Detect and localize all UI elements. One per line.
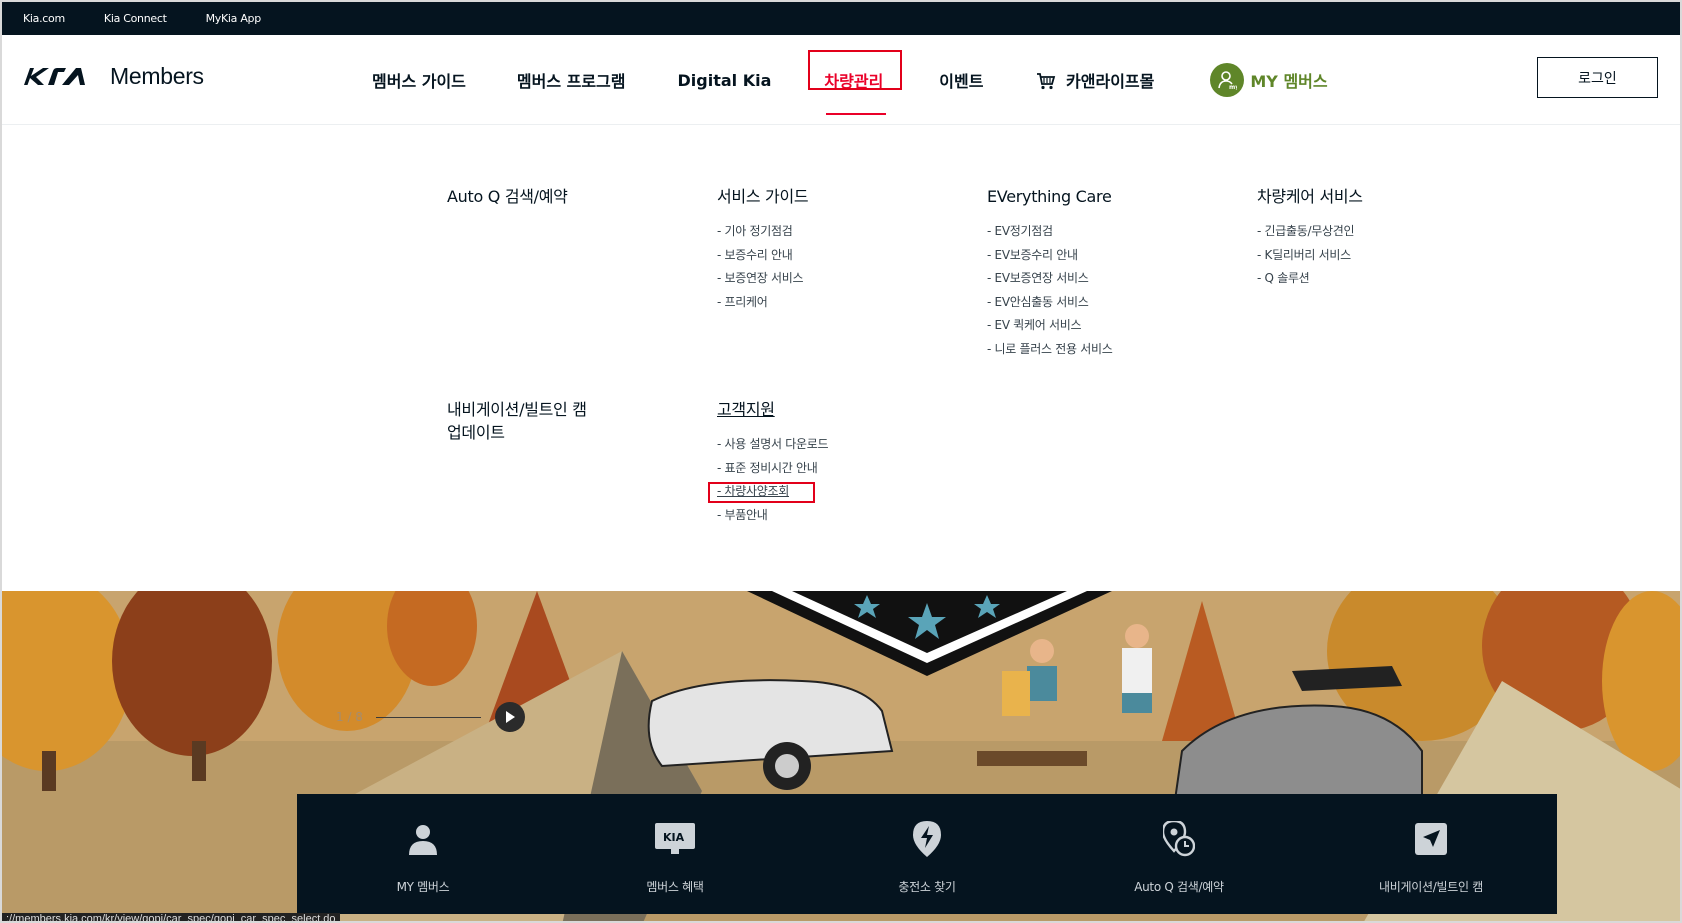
- menu-item-k-delivery[interactable]: - K딜리버리 서비스: [1257, 244, 1363, 268]
- cart-icon: [1037, 73, 1056, 90]
- menu-item-regular-check[interactable]: - 기아 정기점검: [717, 220, 808, 244]
- svg-text:my: my: [1229, 84, 1237, 90]
- browser-viewport: Kia.com Kia Connect MyKia App Members 멤버…: [0, 0, 1682, 923]
- quick-charging-station-label: 충전소 찾기: [898, 880, 956, 894]
- brand-name: Members: [110, 63, 204, 89]
- monitor-kia-icon: KIA: [654, 820, 696, 858]
- nav-digital-kia[interactable]: Digital Kia: [678, 71, 772, 90]
- quick-auto-q-label: Auto Q 검색/예약: [1134, 880, 1224, 894]
- play-button[interactable]: [494, 702, 525, 732]
- location-clock-icon: [1163, 820, 1195, 858]
- menu-auto-q-title[interactable]: Auto Q 검색/예약: [447, 185, 568, 208]
- site-header: Members 멤버스 가이드 멤버스 프로그램 Digital Kia 차량관…: [2, 35, 1680, 125]
- menu-item-manual-download[interactable]: - 사용 설명서 다운로드: [717, 433, 829, 457]
- quick-navigation[interactable]: 내비게이션/빌트인 캠: [1305, 794, 1557, 914]
- quick-auto-q[interactable]: Auto Q 검색/예약: [1053, 794, 1305, 914]
- svg-text:KIA: KIA: [663, 831, 685, 844]
- slider-progress-bar: [375, 716, 481, 718]
- menu-item-warranty-repair[interactable]: - 보증수리 안내: [717, 244, 808, 268]
- menu-item-parts-info[interactable]: - 부품안내: [717, 504, 828, 528]
- quick-charging-station[interactable]: 충전소 찾기: [801, 794, 1053, 914]
- status-url-bar: ://members.kia.com/kr/view/qopi/car_spec…: [2, 913, 340, 921]
- kia-connect-link[interactable]: Kia Connect: [104, 12, 167, 25]
- menu-navigation-title-line1: 내비게이션/빌트인 캠: [447, 400, 587, 419]
- menu-item-standard-repair-time[interactable]: - 표준 정비시간 안내: [717, 457, 828, 481]
- menu-item-niro-plus[interactable]: - 니로 플러스 전용 서비스: [987, 338, 1113, 362]
- menu-everything-care-title[interactable]: EVerything Care: [987, 185, 1113, 208]
- nav-car-life-mall[interactable]: 카앤라이프몰: [1036, 68, 1154, 92]
- menu-col-car-care: 차량케어 서비스 - 긴급출동/무상견인 - K딜리버리 서비스 - Q 솔루션: [1257, 185, 1363, 291]
- menu-item-vehicle-spec[interactable]: - 차량사양조회: [708, 480, 828, 504]
- mega-menu: Auto Q 검색/예약 서비스 가이드 - 기아 정기점검 - 보증수리 안내…: [2, 126, 1680, 591]
- kia-members-logo[interactable]: Members: [24, 63, 204, 90]
- menu-col-service-guide: 서비스 가이드 - 기아 정기점검 - 보증수리 안내 - 보증연장 서비스 -…: [717, 185, 809, 315]
- menu-car-care-title[interactable]: 차량케어 서비스: [1257, 185, 1363, 208]
- menu-item-ev-dispatch[interactable]: - EV안심출동 서비스: [987, 291, 1113, 315]
- nav-my-members-label: MY 멤버스: [1250, 72, 1328, 91]
- slider-page-indicator: 1 / 8: [336, 710, 363, 724]
- highlight-box: [708, 482, 815, 503]
- menu-item-precare[interactable]: - 프리케어: [717, 291, 808, 315]
- quick-members-benefits-label: 멤버스 혜택: [646, 880, 704, 894]
- menu-customer-support-title[interactable]: 고객지원: [717, 398, 828, 421]
- menu-col-navigation: 내비게이션/빌트인 캠 업데이트: [447, 398, 587, 444]
- play-icon: [505, 711, 515, 723]
- menu-col-everything-care: EVerything Care - EV정기점검 - EV보증수리 안내 - E…: [987, 185, 1113, 361]
- menu-col-customer-support: 고객지원 - 사용 설명서 다운로드 - 표준 정비시간 안내 - 차량사양조회…: [708, 398, 829, 528]
- menu-item-ev-warranty-repair[interactable]: - EV보증수리 안내: [987, 244, 1113, 268]
- kia-logo-icon: [24, 68, 97, 85]
- kia-com-link[interactable]: Kia.com: [23, 12, 65, 25]
- menu-item-warranty-extension[interactable]: - 보증연장 서비스: [717, 267, 808, 291]
- menu-col-auto-q: Auto Q 검색/예약: [447, 185, 568, 208]
- main-nav: 멤버스 가이드 멤버스 프로그램 Digital Kia 차량관리 이벤트 카앤…: [372, 35, 1328, 125]
- menu-item-emergency-towing[interactable]: - 긴급출동/무상견인: [1257, 220, 1363, 244]
- navigation-arrow-icon: [1415, 820, 1447, 858]
- charging-pin-icon: [913, 820, 941, 858]
- nav-car-life-mall-label: 카앤라이프몰: [1066, 72, 1155, 91]
- nav-vehicle-management[interactable]: 차량관리: [808, 50, 903, 115]
- menu-navigation-title-line2: 업데이트: [447, 423, 505, 442]
- quick-members-benefits[interactable]: KIA 멤버스 혜택: [549, 794, 801, 914]
- person-icon: [407, 820, 439, 858]
- utility-bar: Kia.com Kia Connect MyKia App: [2, 2, 1680, 35]
- nav-my-members[interactable]: my MY 멤버스: [1210, 63, 1328, 97]
- slider-controls: 1 / 8: [336, 702, 525, 732]
- menu-item-q-solution[interactable]: - Q 솔루션: [1257, 267, 1363, 291]
- menu-item-ev-warranty-extension[interactable]: - EV보증연장 서비스: [987, 267, 1113, 291]
- quick-my-members[interactable]: MY 멤버스: [297, 794, 549, 914]
- quick-menu: MY 멤버스 KIA 멤버스 혜택 충전소 찾기 Auto Q 검색/예약 내비…: [297, 794, 1557, 914]
- menu-navigation-title[interactable]: 내비게이션/빌트인 캠 업데이트: [447, 398, 587, 444]
- menu-service-guide-title[interactable]: 서비스 가이드: [717, 185, 809, 208]
- menu-item-ev-quick-care[interactable]: - EV 퀵케어 서비스: [987, 314, 1113, 338]
- nav-members-program[interactable]: 멤버스 프로그램: [517, 68, 626, 92]
- nav-members-guide[interactable]: 멤버스 가이드: [372, 68, 466, 92]
- nav-event[interactable]: 이벤트: [939, 68, 983, 92]
- quick-my-members-label: MY 멤버스: [396, 880, 450, 894]
- login-button[interactable]: 로그인: [1537, 57, 1658, 98]
- my-user-icon: my: [1210, 63, 1245, 97]
- mykia-app-link[interactable]: MyKia App: [206, 12, 262, 25]
- quick-navigation-label: 내비게이션/빌트인 캠: [1379, 880, 1483, 894]
- menu-item-ev-regular-check[interactable]: - EV정기점검: [987, 220, 1113, 244]
- highlight-box: [808, 50, 903, 90]
